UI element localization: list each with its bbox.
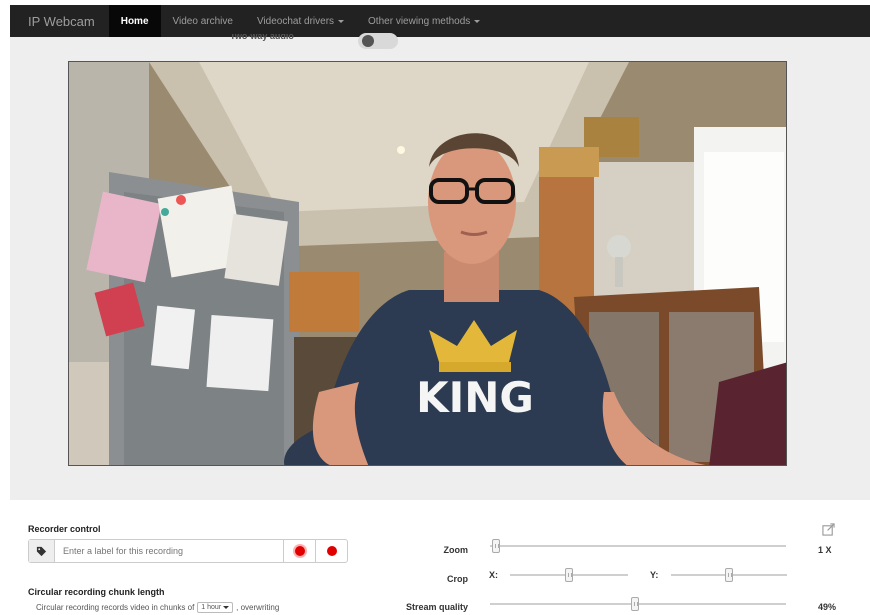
stream-quality-slider-thumb[interactable] bbox=[631, 597, 640, 611]
crop-label: Crop bbox=[447, 574, 468, 584]
brand-title[interactable]: IP Webcam bbox=[10, 5, 109, 37]
nav-video-archive-label: Video archive bbox=[172, 15, 233, 27]
camera-video-feed[interactable]: KING bbox=[68, 61, 787, 466]
shirt-print-text: KING bbox=[416, 373, 534, 422]
record-icon bbox=[326, 546, 337, 556]
recorder-control-title: Recorder control bbox=[28, 524, 101, 534]
chunk-length-select[interactable]: 1 hour bbox=[197, 602, 234, 613]
zoom-slider-track[interactable] bbox=[490, 545, 786, 547]
burst-record-icon bbox=[294, 546, 305, 556]
chunk-length-title: Circular recording chunk length bbox=[28, 587, 165, 597]
burst-record-button[interactable] bbox=[283, 540, 315, 562]
recorder-control-group bbox=[28, 539, 348, 563]
chevron-down-icon bbox=[474, 19, 481, 23]
zoom-value: 1 X bbox=[818, 545, 832, 555]
crop-y-slider-thumb[interactable] bbox=[725, 568, 733, 582]
nav-home[interactable]: Home bbox=[108, 5, 161, 37]
stream-quality-label: Stream quality bbox=[405, 602, 468, 612]
zoom-label: Zoom bbox=[443, 545, 469, 555]
record-button[interactable] bbox=[315, 540, 347, 562]
chevron-down-icon bbox=[223, 606, 230, 609]
chunk-length-description: Circular recording records video in chun… bbox=[36, 602, 279, 613]
chunk-length-selected: 1 hour bbox=[201, 604, 222, 611]
crop-x-slider-thumb[interactable] bbox=[565, 568, 573, 582]
crop-y-label: Y: bbox=[650, 570, 659, 580]
nav-home-label: Home bbox=[120, 15, 149, 27]
chunk-text-after: , overwriting bbox=[236, 603, 280, 612]
recording-label-input[interactable] bbox=[55, 540, 283, 562]
video-frame-illustration: KING bbox=[69, 62, 786, 465]
top-navbar: IP Webcam Home Video archive Videochat d… bbox=[10, 5, 870, 37]
chevron-down-icon bbox=[338, 19, 345, 23]
popout-icon[interactable] bbox=[822, 523, 835, 536]
nav-videochat-drivers-label: Videochat drivers bbox=[256, 15, 335, 27]
stream-quality-value: 49% bbox=[818, 602, 837, 612]
crop-x-label: X: bbox=[489, 570, 498, 580]
nav-videochat-drivers[interactable]: Videochat drivers bbox=[245, 5, 356, 37]
toggle-knob bbox=[362, 35, 374, 47]
nav-video-archive[interactable]: Video archive bbox=[161, 5, 245, 37]
nav-other-viewing-label: Other viewing methods bbox=[368, 15, 471, 27]
two-way-audio-label: Two-way audio bbox=[230, 34, 294, 41]
zoom-slider-thumb[interactable] bbox=[491, 539, 500, 553]
tag-icon bbox=[29, 540, 55, 562]
chunk-text-before: Circular recording records video in chun… bbox=[36, 603, 195, 612]
two-way-audio-toggle[interactable] bbox=[358, 33, 398, 49]
